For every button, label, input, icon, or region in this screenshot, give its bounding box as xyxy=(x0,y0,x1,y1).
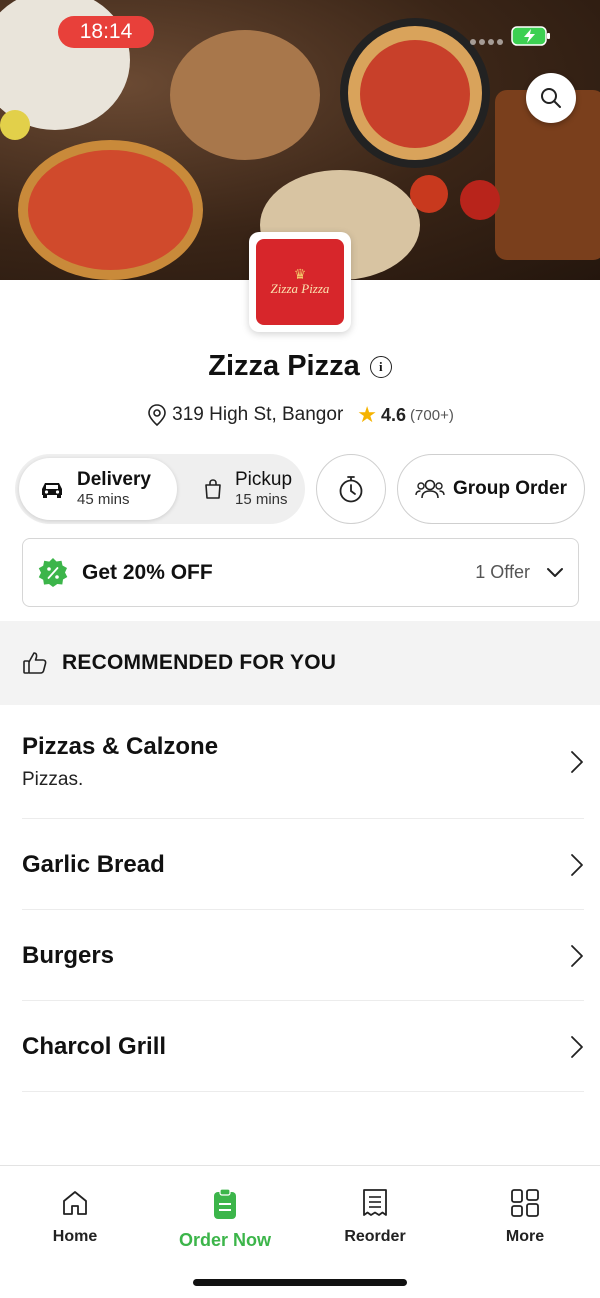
category-description: Pizzas. xyxy=(22,769,84,790)
pickup-label: Pickup xyxy=(235,468,293,490)
home-icon xyxy=(63,1191,87,1215)
nav-label: Home xyxy=(52,1228,98,1245)
category-name: Garlic Bread xyxy=(22,850,165,878)
schedule-button[interactable] xyxy=(316,454,386,524)
pickup-time: 15 mins xyxy=(235,491,288,509)
recommended-title: RECOMMENDED FOR YOU xyxy=(62,651,337,674)
order-icon xyxy=(214,1188,236,1219)
offer-banner[interactable]: Get 20% OFF 1 Offer xyxy=(22,538,579,607)
chevron-right-icon xyxy=(571,853,583,876)
grid-icon xyxy=(511,1189,539,1217)
rating-value: 4.6 xyxy=(381,404,407,425)
delivery-label: Delivery xyxy=(77,468,151,490)
restaurant-header: Zizza Pizza i xyxy=(0,350,600,383)
car-icon xyxy=(42,483,62,498)
category-row[interactable]: Garlic Bread xyxy=(22,820,584,910)
offer-count: 1 Offer xyxy=(475,562,530,582)
search-icon xyxy=(541,88,561,108)
nav-label: Reorder xyxy=(344,1228,406,1245)
location-pin-icon xyxy=(148,404,166,427)
nav-home[interactable]: Home xyxy=(0,1188,150,1246)
nav-label: Order Now xyxy=(178,1230,271,1250)
discount-badge-icon xyxy=(38,557,68,587)
delivery-option[interactable]: Delivery 45 mins xyxy=(19,458,177,520)
group-order-button[interactable]: Group Order xyxy=(397,454,585,524)
chevron-right-icon xyxy=(571,944,583,967)
restaurant-address: 319 High St, Bangor xyxy=(172,404,344,425)
home-indicator xyxy=(193,1279,407,1286)
category-row[interactable]: Charcol Grill xyxy=(22,1002,584,1092)
category-name: Burgers xyxy=(22,941,115,969)
nav-label: More xyxy=(505,1228,545,1245)
restaurant-name: Zizza Pizza xyxy=(208,350,360,382)
chevron-right-icon xyxy=(571,751,583,773)
nav-reorder[interactable]: Reorder xyxy=(300,1188,450,1246)
status-time: 18:14 xyxy=(58,16,154,48)
search-button[interactable] xyxy=(526,73,576,123)
restaurant-meta: 319 High St, Bangor ★ 4.6 (700+) xyxy=(0,402,600,428)
offer-title: Get 20% OFF xyxy=(82,560,213,584)
category-row[interactable]: Pizzas & Calzone Pizzas. xyxy=(22,706,584,819)
stopwatch-icon xyxy=(339,476,363,503)
receipt-icon xyxy=(363,1189,387,1216)
nav-order-now[interactable]: Order Now xyxy=(150,1188,300,1251)
delivery-time: 45 mins xyxy=(77,491,130,509)
nav-more[interactable]: More xyxy=(450,1188,600,1246)
restaurant-logo: ♛ Zizza Pizza xyxy=(249,232,351,332)
logo-text: Zizza Pizza xyxy=(270,281,330,296)
category-name: Pizzas & Calzone xyxy=(22,733,219,760)
category-name: Charcol Grill xyxy=(22,1032,167,1060)
thumbs-up-icon xyxy=(23,652,47,674)
chevron-down-icon[interactable] xyxy=(546,567,564,579)
recommended-section-header: RECOMMENDED FOR YOU xyxy=(0,621,600,705)
signal-dots xyxy=(470,39,503,45)
crown-icon: ♛ xyxy=(293,266,307,282)
pickup-option[interactable]: Pickup 15 mins xyxy=(183,458,303,520)
order-mode-toggle: Delivery 45 mins Pickup 15 mins xyxy=(15,454,305,524)
shopping-bag-icon xyxy=(205,479,221,499)
rating-count: (700+) xyxy=(410,406,454,424)
star-icon: ★ xyxy=(357,402,378,427)
category-row[interactable]: Burgers xyxy=(22,911,584,1001)
battery-icon xyxy=(511,26,550,46)
group-icon xyxy=(415,479,445,499)
info-icon[interactable]: i xyxy=(369,355,392,378)
group-order-label: Group Order xyxy=(452,478,567,499)
chevron-right-icon xyxy=(571,1035,583,1058)
